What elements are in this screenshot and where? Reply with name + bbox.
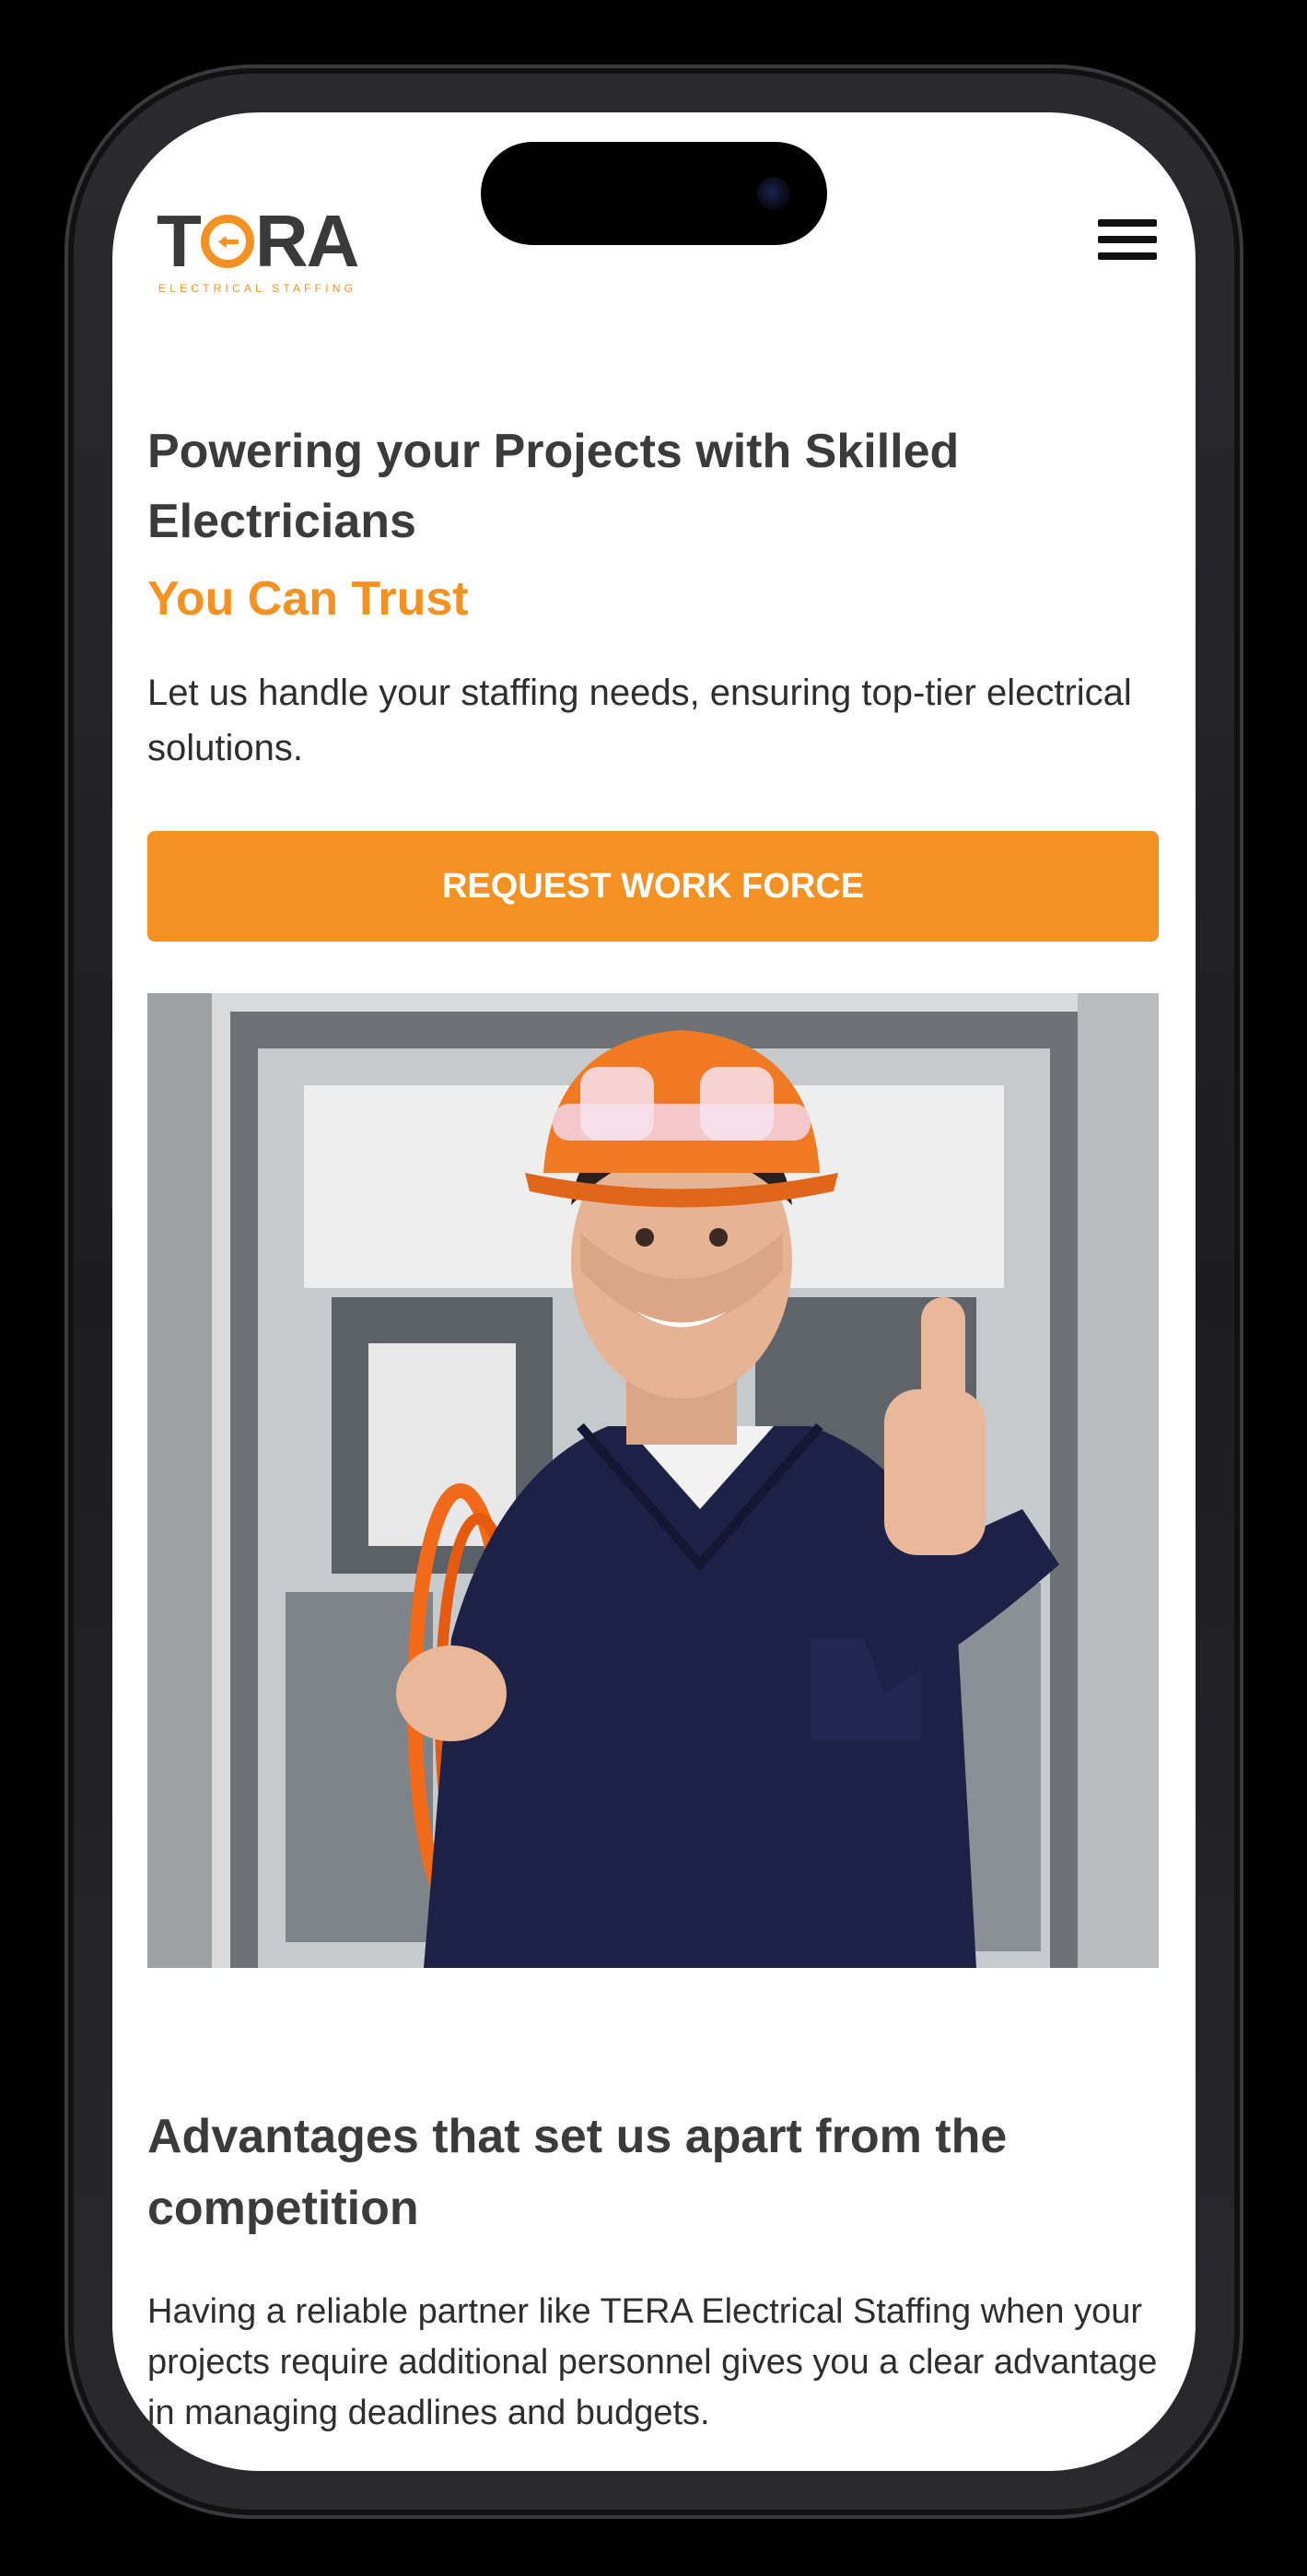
- logo-wordmark: T RA: [157, 205, 359, 278]
- electrician-thumbs-up-photo: [147, 993, 1159, 1968]
- front-camera-icon: [757, 177, 790, 210]
- logo-letter-t: T: [157, 200, 202, 282]
- advantages-title: Advantages that set us apart from the co…: [147, 2110, 1008, 2235]
- menu-bar: [1098, 236, 1157, 243]
- logo-letters-ra: RA: [254, 200, 360, 282]
- hero-title: Powering your Projects with Skilled Elec…: [147, 425, 960, 548]
- request-work-force-button[interactable]: REQUEST WORK FORCE: [147, 831, 1159, 942]
- logo-tagline: ELECTRICAL STAFFING: [158, 282, 357, 295]
- hero-description: Let us handle your staffing needs, ensur…: [147, 673, 1132, 768]
- electrician-illustration: [147, 993, 1159, 1968]
- logo-power-ring-icon: [200, 215, 254, 268]
- phone-frame: T RA ELECTRICAL STAFFING Powering your Pr…: [64, 64, 1243, 2519]
- hamburger-menu-icon[interactable]: [1098, 219, 1157, 267]
- hero-subtitle: You Can Trust: [147, 572, 469, 626]
- menu-bar: [1098, 252, 1157, 260]
- advantages-description: Having a reliable partner like TERA Elec…: [147, 2292, 1158, 2432]
- dynamic-island: [481, 142, 827, 245]
- phone-screen: T RA ELECTRICAL STAFFING Powering your Pr…: [112, 112, 1196, 2471]
- tera-logo[interactable]: T RA ELECTRICAL STAFFING: [157, 205, 396, 297]
- menu-bar: [1098, 219, 1157, 227]
